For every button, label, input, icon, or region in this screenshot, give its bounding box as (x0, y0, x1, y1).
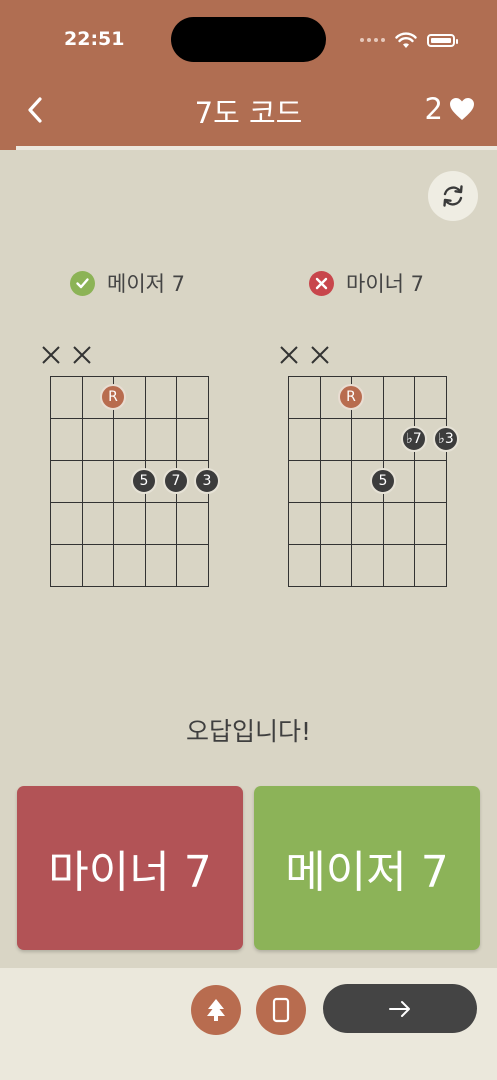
arrow-right-icon (389, 1000, 410, 1017)
option-label-major7: 메이저 7 (70, 268, 185, 298)
muted-string-icon (280, 346, 298, 364)
progress-track (16, 146, 497, 150)
muted-string-icon (42, 346, 60, 364)
chord-note-marker: 7 (163, 468, 189, 494)
refresh-button[interactable] (428, 171, 478, 221)
battery-icon (427, 33, 458, 47)
heart-icon (450, 98, 474, 120)
chord-diagram-minor7 (288, 376, 447, 587)
root-note-marker: R (338, 384, 364, 410)
next-button[interactable] (323, 984, 477, 1033)
page-title: 7도 코드 (194, 96, 303, 130)
tree-button[interactable] (191, 985, 241, 1035)
chord-note-marker: 5 (131, 468, 157, 494)
check-icon (70, 270, 95, 296)
phone-icon (272, 997, 290, 1023)
option-label-text: 메이저 7 (107, 272, 185, 296)
muted-string-icon (311, 346, 329, 364)
chord-note-marker: ♭7 (401, 426, 427, 452)
progress-fill (0, 146, 16, 150)
option-label-text: 마이너 7 (346, 272, 424, 296)
signal-icon (360, 38, 385, 42)
wifi-icon (395, 31, 417, 48)
status-time: 22:51 (64, 28, 125, 50)
refresh-icon (443, 185, 463, 207)
chord-note-marker: ♭3 (433, 426, 459, 452)
option-label-minor7: 마이너 7 (309, 268, 424, 298)
result-message: 오답입니다! (185, 717, 312, 746)
chord-note-marker: 3 (194, 468, 220, 494)
answer-button-major7[interactable]: 메이저 7 (254, 786, 480, 950)
status-icons (360, 30, 458, 50)
chord-note-marker: 5 (370, 468, 396, 494)
dynamic-island (171, 17, 326, 62)
x-icon (309, 270, 334, 296)
hearts-count: 2 (424, 92, 443, 126)
device-button[interactable] (256, 985, 306, 1035)
root-note-marker: R (100, 384, 126, 410)
answer-button-minor7[interactable]: 마이너 7 (17, 786, 243, 950)
muted-string-icon (73, 346, 91, 364)
tree-icon (207, 999, 225, 1021)
hearts-counter: 2 (425, 92, 475, 126)
